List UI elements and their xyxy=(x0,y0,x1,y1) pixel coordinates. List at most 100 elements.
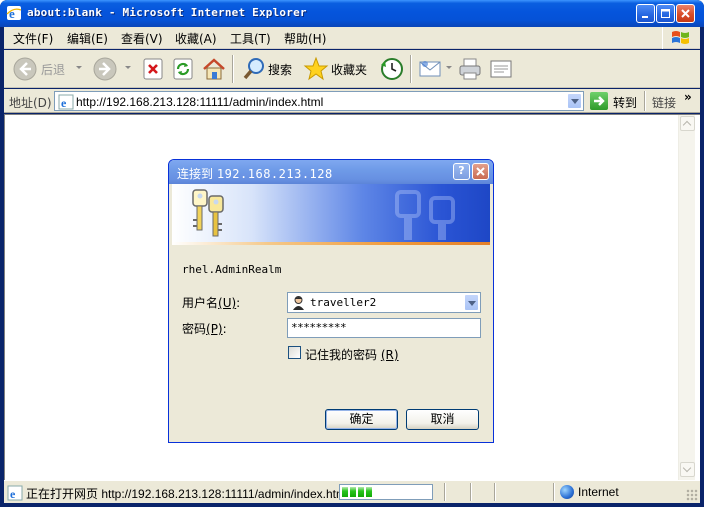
dialog-title: 连接到 192.168.213.128 xyxy=(177,165,333,182)
minimize-button[interactable] xyxy=(636,4,655,23)
progress-segment xyxy=(350,487,356,497)
maximize-button[interactable] xyxy=(656,4,675,23)
dialog-title-prefix: 连接到 xyxy=(177,167,214,181)
progress-fill xyxy=(342,487,372,497)
maximize-icon xyxy=(661,9,670,18)
remember-label-accel: (R) xyxy=(380,348,399,362)
menu-bar: 文件(F) 编辑(E) 查看(V) 收藏(A) 工具(T) 帮助(H) xyxy=(4,27,700,49)
password-label: 密码(P): xyxy=(182,320,227,337)
address-dropdown-button[interactable] xyxy=(567,93,582,109)
username-label-colon: : xyxy=(236,296,241,310)
dialog-banner-stripe xyxy=(172,242,490,245)
toolbar-separator xyxy=(232,55,234,83)
back-dropdown-arrow[interactable] xyxy=(76,66,82,69)
menu-favorites[interactable]: 收藏(A) xyxy=(175,30,217,47)
remember-password-label[interactable]: 记住我的密码 (R) xyxy=(305,346,399,363)
minimize-icon xyxy=(642,16,648,18)
remember-label-text: 记住我的密码 xyxy=(305,348,378,362)
menu-view[interactable]: 查看(V) xyxy=(121,30,163,47)
password-field[interactable]: ********* xyxy=(287,318,481,338)
progress-segment xyxy=(358,487,364,497)
windows-flag-icon xyxy=(672,31,689,44)
password-value[interactable]: ********* xyxy=(291,321,347,334)
dialog-title-bar[interactable]: 连接到 192.168.213.128 ? xyxy=(169,160,493,184)
close-icon xyxy=(476,167,485,176)
status-text: 正在打开网页 http://192.168.213.128:11111/admi… xyxy=(26,487,346,501)
back-icon[interactable] xyxy=(12,56,38,82)
favorites-icon[interactable] xyxy=(303,56,329,82)
mail-dropdown-arrow[interactable] xyxy=(446,66,452,69)
print-icon[interactable] xyxy=(457,56,483,82)
username-combobox[interactable]: traveller2 xyxy=(287,292,481,313)
links-label[interactable]: 链接 xyxy=(652,94,676,111)
scroll-down-button[interactable] xyxy=(680,462,695,477)
go-button[interactable]: 转到 xyxy=(613,94,637,111)
keys-watermark-icon xyxy=(395,190,455,240)
status-bar: e 正在打开网页 http://192.168.213.128:11111/ad… xyxy=(4,480,700,503)
login-dialog: 连接到 192.168.213.128 ? rhel.AdminRealm 用户… xyxy=(168,159,494,443)
cancel-button[interactable]: 取消 xyxy=(406,409,479,430)
close-button[interactable] xyxy=(676,4,695,23)
status-separator xyxy=(470,483,472,501)
password-label-colon: : xyxy=(222,322,227,336)
status-separator xyxy=(494,483,496,501)
window-title: about:blank - Microsoft Internet Explore… xyxy=(27,6,307,19)
username-label-accel: (U) xyxy=(218,296,237,310)
svg-text:e: e xyxy=(61,96,67,110)
user-icon xyxy=(293,296,304,310)
scroll-up-button[interactable] xyxy=(680,116,695,131)
dialog-close-button[interactable] xyxy=(472,163,489,180)
refresh-icon[interactable] xyxy=(170,56,196,82)
ok-button[interactable]: 确定 xyxy=(325,409,398,430)
address-input[interactable]: e http://192.168.213.128:11111/admin/ind… xyxy=(54,91,584,111)
favorites-label[interactable]: 收藏夹 xyxy=(331,61,367,78)
address-label: 地址(D) xyxy=(9,96,52,110)
svg-text:e: e xyxy=(9,6,15,21)
menu-edit[interactable]: 编辑(E) xyxy=(67,30,108,47)
forward-dropdown-arrow[interactable] xyxy=(125,66,131,69)
go-arrow-glyph xyxy=(594,96,605,106)
username-label: 用户名(U): xyxy=(182,294,240,311)
menu-file[interactable]: 文件(F) xyxy=(13,30,53,47)
username-label-text: 用户名 xyxy=(182,296,219,310)
edit-icon[interactable] xyxy=(488,56,514,82)
progress-segment xyxy=(342,487,348,497)
status-separator xyxy=(553,483,555,501)
resize-grip[interactable] xyxy=(686,489,698,501)
history-icon[interactable] xyxy=(378,56,404,82)
home-icon[interactable] xyxy=(201,56,227,82)
keys-icon xyxy=(192,189,224,237)
loading-page-icon: e xyxy=(7,485,23,501)
password-label-text: 密码 xyxy=(182,322,207,336)
mail-icon[interactable] xyxy=(418,56,444,82)
windows-logo xyxy=(662,27,696,49)
ie-window: e about:blank - Microsoft Internet Explo… xyxy=(0,0,704,507)
username-value[interactable]: traveller2 xyxy=(310,296,376,309)
links-chevron-icon[interactable]: » xyxy=(684,90,692,104)
go-arrow-icon[interactable] xyxy=(590,92,608,110)
auth-realm-text: rhel.AdminRealm xyxy=(182,263,282,276)
back-label[interactable]: 后退 xyxy=(41,61,65,78)
password-label-accel: (P) xyxy=(206,322,223,336)
close-icon xyxy=(681,9,690,18)
title-bar[interactable]: e about:blank - Microsoft Internet Explo… xyxy=(0,0,704,27)
status-separator xyxy=(444,483,446,501)
stop-icon[interactable] xyxy=(140,56,166,82)
dialog-help-button[interactable]: ? xyxy=(453,163,470,180)
menu-tools[interactable]: 工具(T) xyxy=(230,30,271,47)
menu-help[interactable]: 帮助(H) xyxy=(284,30,326,47)
search-icon[interactable] xyxy=(242,56,268,82)
address-url[interactable]: http://192.168.213.128:11111/admin/index… xyxy=(76,95,323,109)
username-dropdown-button[interactable] xyxy=(464,294,479,311)
dialog-title-host: 192.168.213.128 xyxy=(216,167,333,181)
ie-app-icon[interactable]: e xyxy=(6,5,22,21)
remember-password-checkbox[interactable] xyxy=(288,346,301,359)
search-label[interactable]: 搜索 xyxy=(268,61,292,78)
internet-zone-icon xyxy=(560,485,574,499)
svg-text:e: e xyxy=(10,487,16,501)
progress-segment xyxy=(366,487,372,497)
zone-label: Internet xyxy=(578,485,619,499)
progress-bar xyxy=(339,484,433,500)
vertical-scrollbar[interactable] xyxy=(678,115,695,480)
forward-icon[interactable] xyxy=(92,56,118,82)
